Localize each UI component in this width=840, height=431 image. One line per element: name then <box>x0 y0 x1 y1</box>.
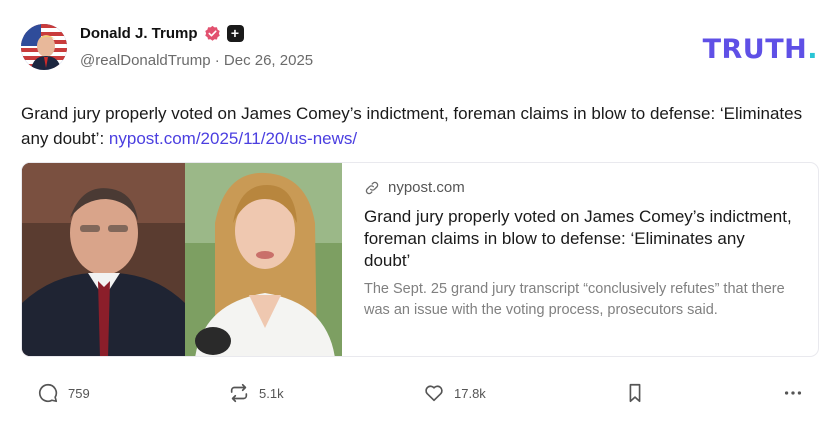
post-text: Grand jury properly voted on James Comey… <box>21 101 811 151</box>
logo-dot: . <box>807 34 818 65</box>
retruth-button[interactable]: 5.1k <box>228 382 284 404</box>
card-title: Grand jury properly voted on James Comey… <box>364 207 792 270</box>
truth-logo[interactable]: TRUTH. <box>703 34 818 65</box>
logo-text: TRUTH <box>702 34 808 65</box>
author-handle[interactable]: @realDonaldTrump <box>80 52 211 69</box>
card-body: nypost.com Grand jury properly voted on … <box>364 179 794 321</box>
avatar[interactable] <box>21 24 67 70</box>
handle-row: @realDonaldTrump · Dec 26, 2025 <box>80 52 313 69</box>
bookmark-button[interactable] <box>624 382 646 404</box>
link-icon <box>365 181 379 194</box>
author-name[interactable]: Donald J. Trump <box>80 25 198 42</box>
reply-icon <box>38 383 58 403</box>
card-domain: nypost.com <box>388 179 465 196</box>
card-image-right <box>185 163 342 356</box>
author-row: Donald J. Trump + <box>80 25 244 42</box>
retruth-icon <box>230 383 248 403</box>
post-link[interactable]: nypost.com/2025/11/20/us-news/ <box>109 129 357 148</box>
reply-button[interactable]: 759 <box>37 382 90 404</box>
card-domain-row: nypost.com <box>364 179 794 196</box>
heart-icon <box>425 385 443 402</box>
more-button[interactable] <box>782 382 804 404</box>
like-button[interactable]: 17.8k <box>423 382 486 404</box>
more-icon <box>784 391 802 395</box>
card-image-left <box>22 163 185 356</box>
separator: · <box>214 52 220 69</box>
verified-badge-icon <box>204 25 220 41</box>
like-count: 17.8k <box>454 385 486 401</box>
post-date[interactable]: Dec 26, 2025 <box>224 52 313 69</box>
card-description: The Sept. 25 grand jury transcript “conc… <box>364 281 785 318</box>
retruth-count: 5.1k <box>259 385 284 401</box>
action-bar: 759 5.1k 17.8k <box>0 378 840 408</box>
card-images <box>22 163 342 356</box>
plus-badge-icon: + <box>226 25 244 42</box>
bookmark-icon <box>629 383 641 403</box>
link-preview-card[interactable]: nypost.com Grand jury properly voted on … <box>21 162 819 357</box>
avatar-image <box>21 24 67 70</box>
reply-count: 759 <box>68 385 90 401</box>
